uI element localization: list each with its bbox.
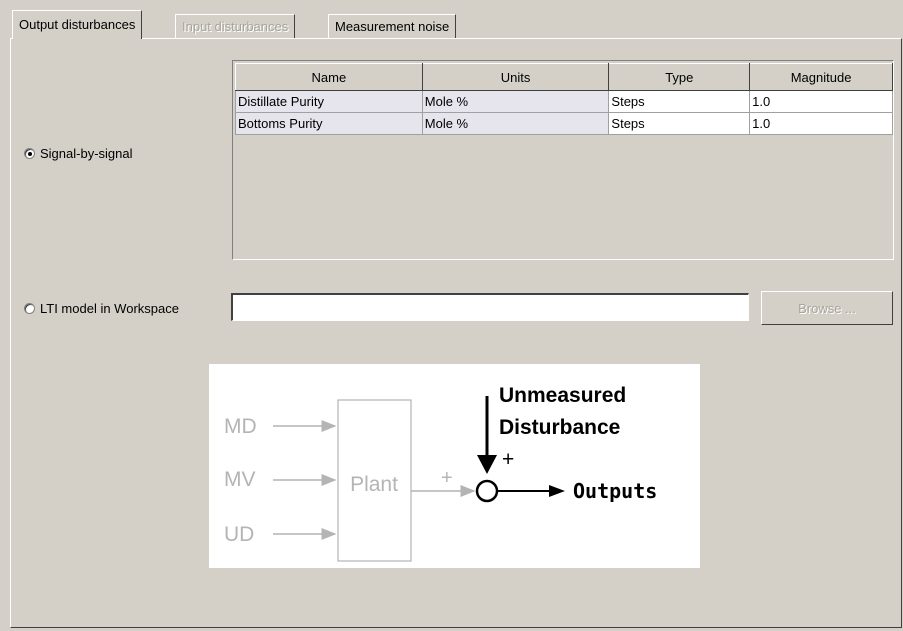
output-arrowhead [549, 485, 565, 497]
input-label-md: MD [224, 415, 257, 438]
tab-input-disturbances[interactable]: Input disturbances [175, 14, 296, 38]
outputs-label: Outputs [573, 479, 657, 503]
tab-output-disturbances[interactable]: Output disturbances [12, 10, 143, 39]
table-header-row: Name Units Type Magnitude [235, 63, 893, 91]
radio-button-unselected[interactable] [24, 303, 35, 314]
cell-magnitude[interactable]: 1.0 [749, 90, 893, 113]
cell-type[interactable]: Steps [608, 112, 751, 135]
signal-by-signal-radio[interactable]: Signal-by-signal [24, 146, 133, 161]
block-diagram-svg: MD MV UD Plant + Unmeasured Disturbance … [224, 384, 657, 562]
table-row: Distillate Purity Mole % Steps 1.0 [235, 90, 893, 113]
plant-label: Plant [350, 473, 398, 496]
cell-name: Bottoms Purity [235, 112, 423, 135]
lti-model-label: LTI model in Workspace [40, 301, 179, 316]
column-header-name[interactable]: Name [235, 63, 423, 91]
input-label-mv: MV [224, 468, 256, 491]
plus-sign-top: + [502, 448, 514, 471]
workspace-model-input[interactable] [231, 293, 749, 321]
browse-button[interactable]: Browse ... [761, 291, 893, 325]
column-header-magnitude[interactable]: Magnitude [749, 63, 893, 91]
column-header-units[interactable]: Units [421, 63, 610, 91]
signal-by-signal-label: Signal-by-signal [40, 146, 133, 161]
table-row: Bottoms Purity Mole % Steps 1.0 [235, 112, 893, 135]
input-label-ud: UD [224, 523, 254, 546]
unmeasured-label: Unmeasured [499, 384, 626, 407]
tab-measurement-noise[interactable]: Measurement noise [328, 14, 457, 38]
radio-button-selected[interactable] [24, 148, 35, 159]
summing-junction [475, 479, 499, 503]
disturbance-label: Disturbance [499, 416, 620, 439]
cell-units: Mole % [421, 90, 610, 113]
plus-sign-left: + [441, 467, 453, 489]
disturbance-diagram: MD MV UD Plant + Unmeasured Disturbance … [209, 364, 700, 568]
cell-type[interactable]: Steps [608, 90, 751, 113]
cell-name: Distillate Purity [235, 90, 423, 113]
column-header-type[interactable]: Type [608, 63, 751, 91]
disturbance-arrowhead [477, 455, 497, 474]
cell-units: Mole % [421, 112, 610, 135]
lti-model-radio[interactable]: LTI model in Workspace [24, 301, 179, 316]
disturbance-table: Name Units Type Magnitude Distillate Pur… [232, 60, 894, 260]
cell-magnitude[interactable]: 1.0 [749, 112, 893, 135]
